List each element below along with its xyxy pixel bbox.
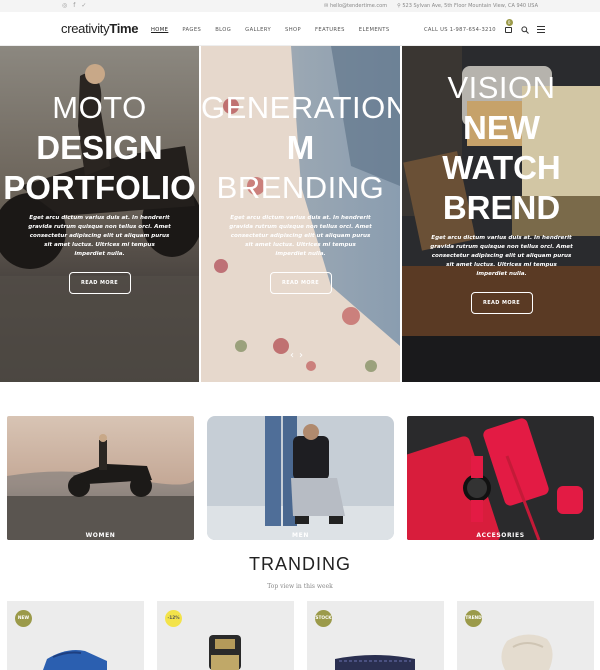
category-label: WOMEN [85, 532, 116, 539]
cart-count-badge: 0 [505, 19, 513, 26]
product-card[interactable]: NEW [7, 601, 144, 670]
search-icon[interactable] [521, 25, 529, 34]
hero-title-line-3: BRENDING [216, 170, 385, 205]
nav-home[interactable]: HOME [151, 27, 168, 33]
nav-pages[interactable]: PAGES [182, 27, 201, 33]
nav-shop[interactable]: SHOP [285, 27, 301, 33]
category-label: ACCESORIES [476, 532, 525, 539]
product-badge: -12% [165, 610, 182, 627]
email-text[interactable]: ✉ hello@tendertime.com [324, 3, 387, 9]
hero-title-line-1: GENERATION [201, 90, 400, 125]
product-card[interactable]: STOCK [307, 601, 444, 670]
top-bar: ◎ f ✓ ✉ hello@tendertime.com ⚲ 523 Sylva… [0, 0, 600, 12]
hero-title-line-2: NEW [463, 109, 540, 146]
hero-title-line-1: VISION [447, 70, 556, 105]
product-card[interactable]: TREND [457, 601, 594, 670]
header: creativityTime HOME PAGES BLOG GALLERY S… [0, 12, 600, 46]
slider-arrows: ‹ › [290, 350, 303, 361]
logo[interactable]: creativityTime [61, 21, 139, 36]
cart-icon[interactable]: 0 [504, 19, 513, 34]
hero-panel-vision: VISION NEW WATCH BREND Eget arcu dictum … [402, 46, 600, 382]
category-accessories[interactable]: ACCESORIES [407, 416, 594, 540]
hero-title-line-4: BREND [442, 189, 561, 226]
nav-features[interactable]: FEATURES [315, 27, 345, 33]
nav-blog[interactable]: BLOG [215, 27, 231, 33]
contact-info: ✉ hello@tendertime.com ⚲ 523 Sylvan Ave,… [324, 3, 538, 9]
call-us-text: CALL US 1-987-654-3210 [424, 26, 496, 33]
category-men[interactable]: MEN [207, 416, 394, 540]
hero-panel-generation: GENERATION M BRENDING Eget arcu dictum v… [201, 46, 400, 382]
instagram-icon[interactable]: ◎ [62, 2, 67, 9]
product-badge: NEW [15, 610, 32, 627]
hero-title-line-2: M [286, 129, 315, 166]
red-accessories-photo [407, 416, 594, 540]
hero-description: Eget arcu dictum varius duis at. In hend… [430, 235, 573, 277]
category-women[interactable]: WOMEN [7, 416, 194, 540]
read-more-button[interactable]: READ MORE [68, 272, 131, 294]
social-links: ◎ f ✓ [62, 2, 86, 9]
hero-title-line-3: WATCH [442, 149, 561, 186]
bag-icon [504, 27, 512, 33]
read-more-button[interactable]: READ MORE [470, 292, 533, 314]
category-label: MEN [292, 532, 309, 539]
hero-title-line-1: MOTO [52, 90, 147, 125]
product-badge: STOCK [315, 610, 332, 627]
hero-title-line-3: PORTFOLIO [3, 169, 196, 206]
women-motorcycle-photo [7, 416, 194, 540]
twitter-icon[interactable]: ✓ [81, 2, 86, 9]
menu-icon[interactable] [536, 26, 545, 33]
nav-elements[interactable]: ELEMENTS [359, 27, 390, 33]
header-right: CALL US 1-987-654-3210 0 [424, 19, 545, 34]
chevron-left-icon[interactable]: ‹ [290, 350, 294, 361]
nav-gallery[interactable]: GALLERY [245, 27, 271, 33]
address-text: ⚲ 523 Sylvan Ave, 5th Floor Mountain Vie… [397, 3, 538, 9]
facebook-icon[interactable]: f [73, 2, 75, 9]
hero-panel-moto: MOTO DESIGN PORTFOLIO Eget arcu dictum v… [0, 46, 199, 382]
hero-title-line-2: DESIGN [36, 129, 163, 166]
main-nav: HOME PAGES BLOG GALLERY SHOP FEATURES EL… [151, 27, 390, 33]
chevron-right-icon[interactable]: › [299, 350, 303, 361]
trending-title: TRANDING [249, 554, 351, 574]
trending-subtitle: Top view in this week [267, 583, 333, 590]
hero-description: Eget arcu dictum varius duis at. In hend… [28, 215, 171, 257]
product-card[interactable]: -12% [157, 601, 294, 670]
product-badge: TREND [465, 610, 482, 627]
hero-description: Eget arcu dictum varius duis at. In hend… [229, 215, 372, 257]
men-fashion-photo [207, 416, 394, 540]
read-more-button[interactable]: READ MORE [269, 272, 332, 294]
